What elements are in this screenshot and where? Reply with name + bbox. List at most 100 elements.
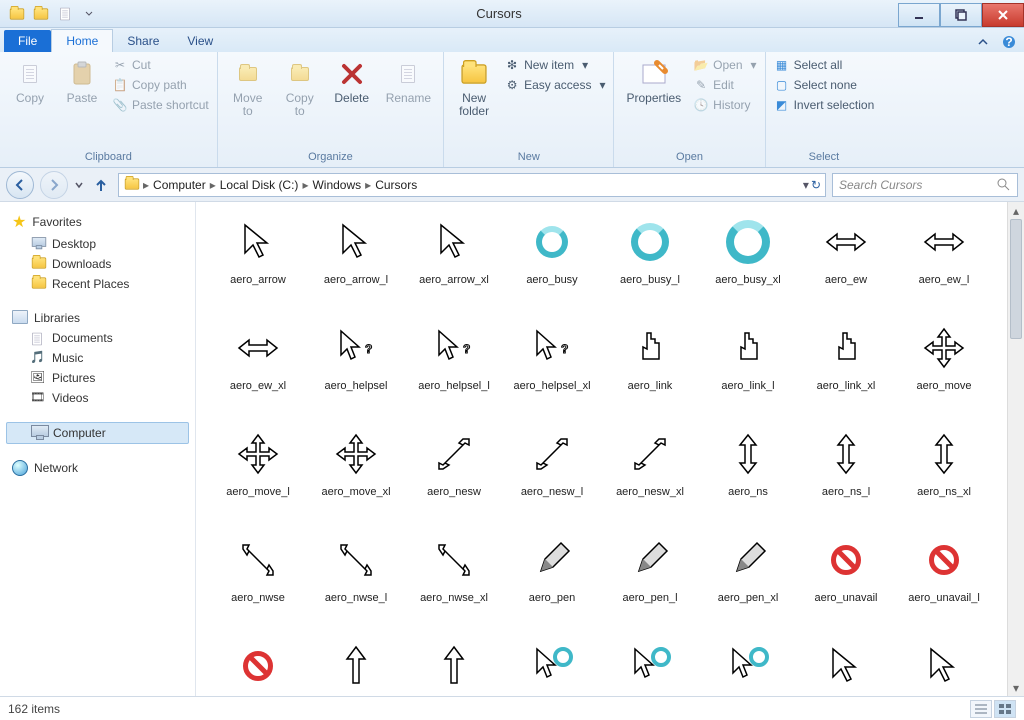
sidebar-item-videos[interactable]: 🎞Videos	[0, 388, 195, 408]
file-item[interactable]: aero_unavail	[798, 530, 894, 634]
delete-button[interactable]: Delete	[328, 56, 376, 107]
minimize-button[interactable]	[898, 3, 940, 27]
tab-share[interactable]: Share	[113, 30, 173, 52]
view-details-button[interactable]	[970, 700, 992, 718]
file-item[interactable]: aero_nesw_l	[504, 424, 600, 528]
tab-file[interactable]: File	[4, 30, 51, 52]
view-icons-button[interactable]	[994, 700, 1016, 718]
scroll-down-icon[interactable]: ▾	[1008, 679, 1024, 696]
scrollbar[interactable]: ▴ ▾	[1007, 202, 1024, 696]
file-item[interactable]: aero_ns_xl	[896, 424, 992, 528]
file-item[interactable]: aero_unavail_xl	[210, 636, 306, 696]
file-item[interactable]: aero_busy_xl	[700, 212, 796, 316]
crumb-windows[interactable]: Windows	[312, 178, 361, 192]
crumb-cursors[interactable]: Cursors	[375, 178, 417, 192]
minimize-ribbon-icon[interactable]	[972, 32, 994, 52]
sidebar-item-network[interactable]: Network	[0, 458, 195, 478]
tab-view[interactable]: View	[173, 30, 227, 52]
file-item[interactable]: aero_ns_l	[798, 424, 894, 528]
copy-button[interactable]: Copy	[6, 56, 54, 107]
crumb-local-disk[interactable]: Local Disk (C:)	[220, 178, 299, 192]
history-button[interactable]: 🕓History	[691, 96, 758, 114]
address-bar[interactable]: ▸ Computer▸ Local Disk (C:)▸ Windows▸ Cu…	[118, 173, 826, 197]
back-button[interactable]	[6, 171, 34, 199]
crumb-computer[interactable]: Computer	[153, 178, 206, 192]
file-item[interactable]: aero_nesw	[406, 424, 502, 528]
file-item[interactable]: ?aero_helpsel_l	[406, 318, 502, 422]
copy-to-button[interactable]: Copy to	[276, 56, 324, 120]
file-item[interactable]: aero_link	[602, 318, 698, 422]
qat-folder-icon[interactable]	[6, 3, 28, 25]
cut-button[interactable]: ✂Cut	[110, 56, 211, 74]
address-dropdown-icon[interactable]: ▾	[803, 178, 809, 192]
properties-button[interactable]: Properties	[620, 56, 687, 107]
edit-button[interactable]: ✎Edit	[691, 76, 758, 94]
file-item[interactable]: aero_arrow	[210, 212, 306, 316]
file-item[interactable]: ?aero_helpsel	[308, 318, 404, 422]
file-item[interactable]: aero_working	[504, 636, 600, 696]
file-list[interactable]: aero_arrowaero_arrow_laero_arrow_xlaero_…	[196, 202, 1024, 696]
copy-path-button[interactable]: 📋Copy path	[110, 76, 211, 94]
qat-dropdown-icon[interactable]	[78, 3, 100, 25]
file-item[interactable]: aero_working_l	[602, 636, 698, 696]
move-to-button[interactable]: Move to	[224, 56, 272, 120]
file-item[interactable]: aero_move	[896, 318, 992, 422]
maximize-button[interactable]	[940, 3, 982, 27]
sidebar-item-music[interactable]: 🎵Music	[0, 348, 195, 368]
sidebar-libraries[interactable]: Libraries	[0, 308, 195, 328]
paste-shortcut-button[interactable]: 📎Paste shortcut	[110, 96, 211, 114]
sidebar-item-desktop[interactable]: Desktop	[0, 234, 195, 254]
file-item[interactable]: aero_ns	[700, 424, 796, 528]
sidebar-item-downloads[interactable]: Downloads	[0, 254, 195, 274]
invert-selection-button[interactable]: ◩Invert selection	[772, 96, 877, 114]
file-item[interactable]: aero_ew	[798, 212, 894, 316]
rename-button[interactable]: Rename	[380, 56, 437, 107]
file-item[interactable]: aero_unavail_l	[896, 530, 992, 634]
file-item[interactable]: aero_pen_xl	[700, 530, 796, 634]
file-item[interactable]: aero_ew_l	[896, 212, 992, 316]
up-button[interactable]	[90, 174, 112, 196]
close-button[interactable]	[982, 3, 1024, 27]
file-item[interactable]: aero_nwse	[210, 530, 306, 634]
scroll-up-icon[interactable]: ▴	[1008, 202, 1024, 219]
file-item[interactable]: ?aero_helpsel_xl	[504, 318, 600, 422]
file-item[interactable]: arrow_il	[896, 636, 992, 696]
file-item[interactable]: aero_busy_l	[602, 212, 698, 316]
sidebar-item-recent[interactable]: Recent Places	[0, 274, 195, 294]
file-item[interactable]: aero_nesw_xl	[602, 424, 698, 528]
file-item[interactable]: aero_up	[308, 636, 404, 696]
easy-access-button[interactable]: ⚙Easy access▾	[502, 76, 607, 94]
select-none-button[interactable]: ▢Select none	[772, 76, 877, 94]
search-input[interactable]: Search Cursors	[832, 173, 1018, 197]
select-all-button[interactable]: ▦Select all	[772, 56, 877, 74]
new-folder-button[interactable]: New folder	[450, 56, 498, 120]
refresh-icon[interactable]: ↻	[811, 178, 821, 192]
paste-button[interactable]: Paste	[58, 56, 106, 107]
recent-dropdown-icon[interactable]	[74, 178, 84, 192]
file-item[interactable]: aero_move_l	[210, 424, 306, 528]
sidebar-favorites[interactable]: ★Favorites	[0, 210, 195, 234]
new-item-button[interactable]: ❇New item▾	[502, 56, 607, 74]
file-item[interactable]: aero_ew_xl	[210, 318, 306, 422]
forward-button[interactable]	[40, 171, 68, 199]
file-item[interactable]: aero_link_l	[700, 318, 796, 422]
open-button[interactable]: 📂Open▾	[691, 56, 758, 74]
file-item[interactable]: aero_arrow_l	[308, 212, 404, 316]
sidebar-item-pictures[interactable]: 🖼Pictures	[0, 368, 195, 388]
file-item[interactable]: aero_busy	[504, 212, 600, 316]
file-item[interactable]: aero_move_xl	[308, 424, 404, 528]
file-item[interactable]: aero_arrow_xl	[406, 212, 502, 316]
file-item[interactable]: aero_nwse_l	[308, 530, 404, 634]
help-icon[interactable]: ?	[998, 32, 1020, 52]
tab-home[interactable]: Home	[51, 29, 113, 52]
file-item[interactable]: arrow_i	[798, 636, 894, 696]
file-item[interactable]: aero_pen	[504, 530, 600, 634]
qat-open-icon[interactable]	[30, 3, 52, 25]
sidebar-item-computer[interactable]: Computer	[6, 422, 189, 444]
sidebar-item-documents[interactable]: Documents	[0, 328, 195, 348]
file-item[interactable]: aero_up_l	[406, 636, 502, 696]
scroll-thumb[interactable]	[1010, 219, 1022, 339]
file-item[interactable]: aero_pen_l	[602, 530, 698, 634]
qat-properties-icon[interactable]	[54, 3, 76, 25]
file-item[interactable]: aero_nwse_xl	[406, 530, 502, 634]
